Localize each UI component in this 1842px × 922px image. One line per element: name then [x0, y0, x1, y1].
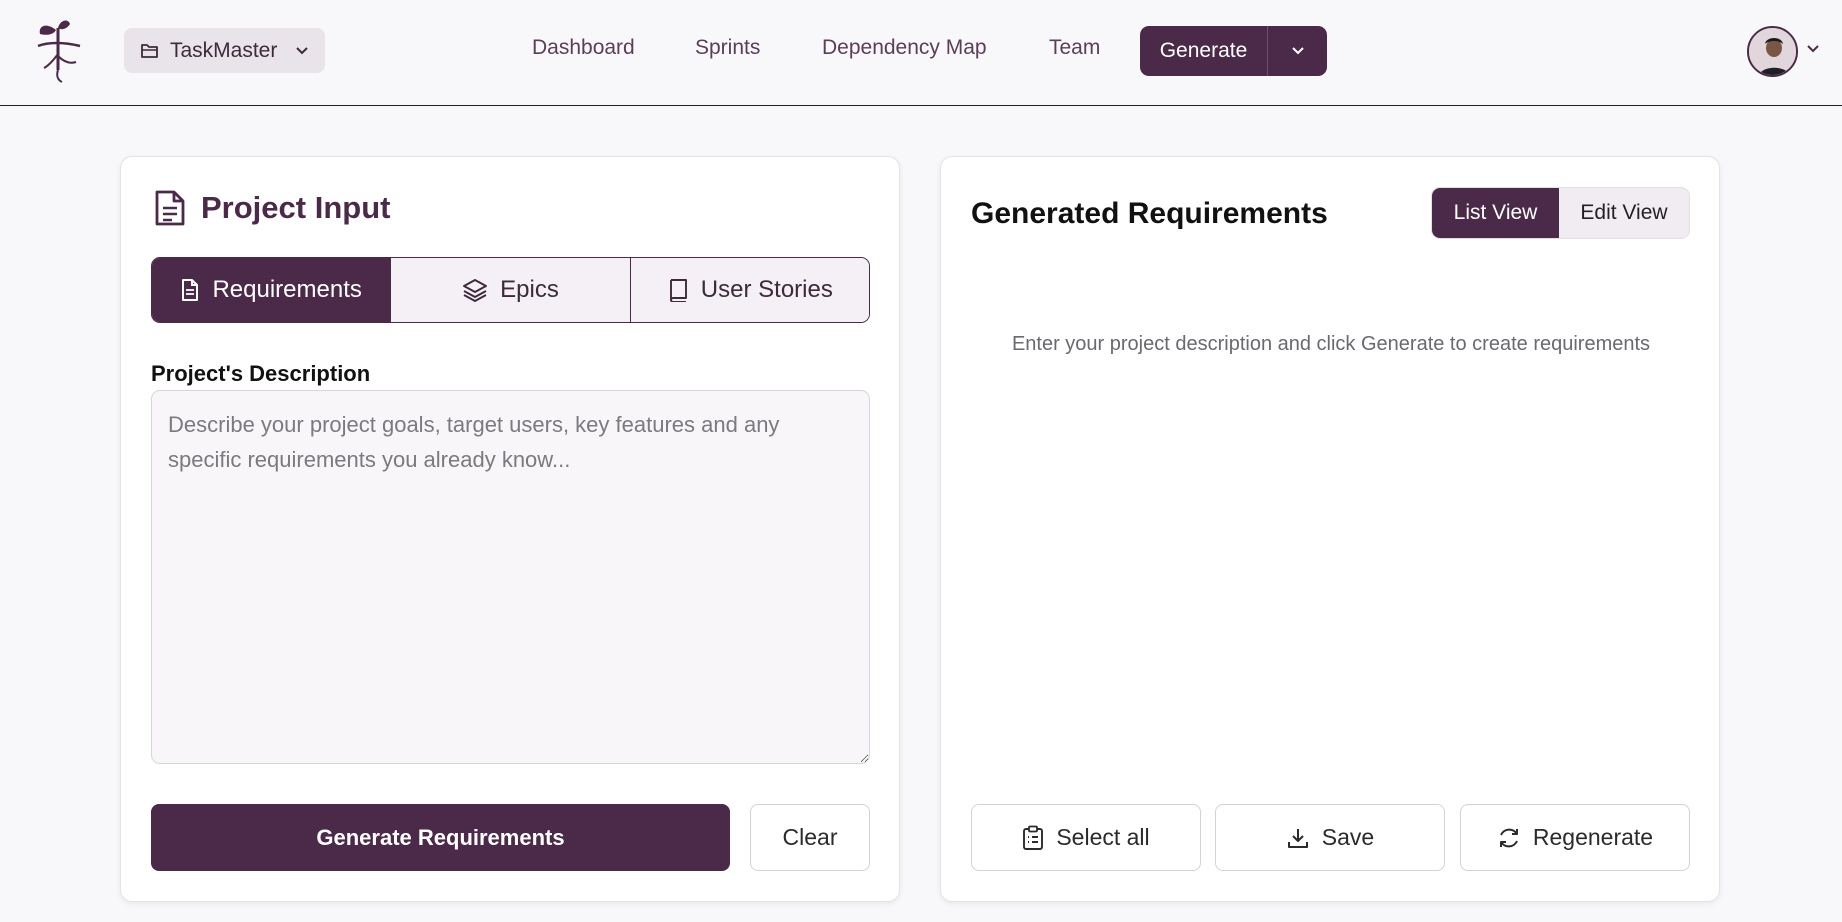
project-name: TaskMaster: [170, 38, 278, 62]
generate-button[interactable]: Generate: [1140, 26, 1267, 76]
generate-dropdown-button[interactable]: [1268, 26, 1327, 76]
folder-icon: [141, 43, 158, 58]
user-avatar[interactable]: [1747, 26, 1798, 77]
clipboard-list-icon: [1023, 825, 1044, 850]
document-icon: [155, 190, 185, 226]
tab-label: Requirements: [212, 276, 362, 303]
chevron-down-icon: [1291, 47, 1304, 55]
sprout-logo-icon[interactable]: [34, 16, 86, 84]
empty-state-message: Enter your project description and click…: [1011, 333, 1651, 355]
description-label: Project's Description: [151, 361, 371, 386]
button-label: Save: [1321, 824, 1375, 850]
panel-title: Project Input: [201, 190, 391, 225]
generate-split-button: Generate: [1140, 26, 1327, 76]
project-description-input[interactable]: [151, 390, 870, 764]
panel-title: Generated Requirements: [971, 197, 1328, 230]
tab-label: User Stories: [700, 276, 833, 303]
regenerate-button[interactable]: Regenerate: [1460, 804, 1690, 871]
project-input-panel: Project Input Requirements Epics User St…: [120, 156, 900, 902]
nav-dependency-map[interactable]: Dependency Map: [822, 36, 987, 60]
chevron-down-icon: [295, 46, 309, 56]
nav-dashboard[interactable]: Dashboard: [532, 36, 635, 60]
project-switcher[interactable]: TaskMaster: [124, 28, 325, 73]
user-photo-icon: [1749, 28, 1796, 75]
document-icon: [182, 279, 199, 301]
tab-label: Epics: [500, 276, 559, 303]
generated-requirements-panel: Generated Requirements List View Edit Vi…: [940, 156, 1720, 902]
layers-icon: [463, 279, 488, 302]
button-label: Regenerate: [1532, 824, 1654, 850]
input-type-tabs: Requirements Epics User Stories: [151, 257, 870, 323]
generate-requirements-button[interactable]: Generate Requirements: [151, 804, 730, 871]
tab-user-stories[interactable]: User Stories: [629, 258, 869, 322]
select-all-button[interactable]: Select all: [971, 804, 1201, 871]
chevron-down-icon[interactable]: [1806, 44, 1820, 54]
save-button[interactable]: Save: [1215, 804, 1445, 871]
download-icon: [1287, 828, 1308, 848]
nav-team[interactable]: Team: [1049, 36, 1100, 60]
edit-view-button[interactable]: Edit View: [1559, 188, 1689, 238]
button-label: Select all: [1056, 824, 1150, 850]
nav-sprints[interactable]: Sprints: [695, 36, 760, 60]
top-navigation-bar: TaskMaster Dashboard Sprints Dependency …: [0, 0, 1842, 106]
project-input-heading: Project Input: [153, 189, 390, 227]
clear-button[interactable]: Clear: [750, 804, 870, 871]
tab-epics[interactable]: Epics: [390, 258, 630, 322]
view-toggle: List View Edit View: [1431, 187, 1690, 239]
refresh-icon: [1499, 828, 1518, 847]
list-view-button[interactable]: List View: [1432, 188, 1559, 238]
book-icon: [669, 279, 687, 302]
tab-requirements[interactable]: Requirements: [152, 258, 391, 322]
